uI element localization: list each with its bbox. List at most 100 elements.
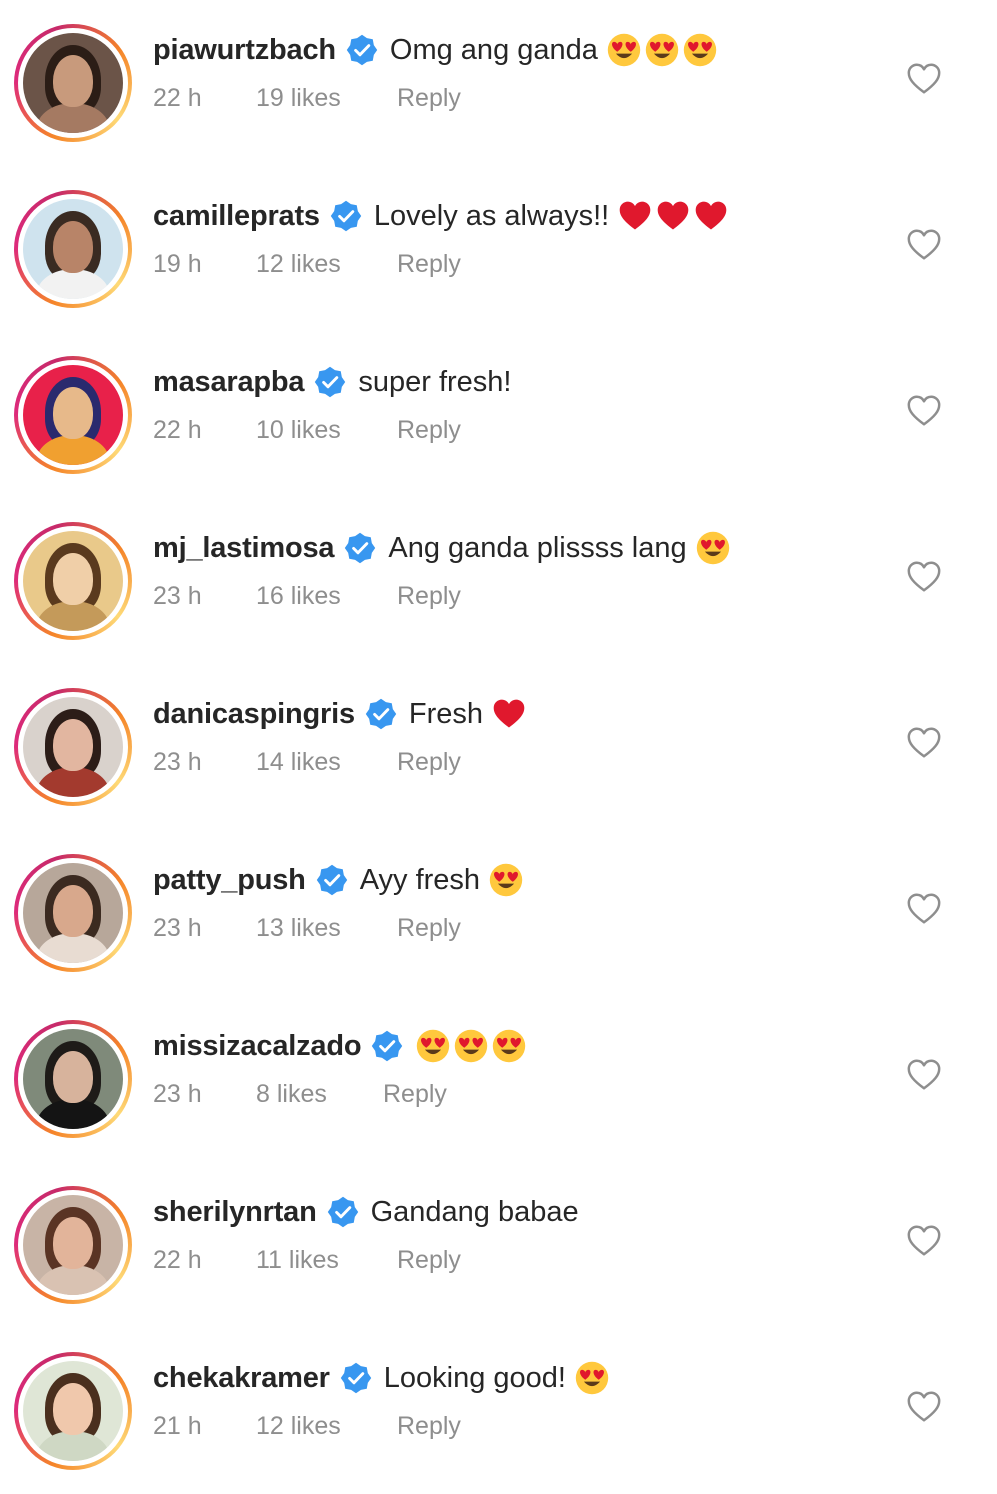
avatar-body — [37, 767, 109, 797]
comment-row: sherilynrtan Gandang babae 22 h 11 likes Rep… — [0, 1162, 997, 1328]
avatar[interactable] — [23, 33, 123, 133]
reply-button[interactable]: Reply — [397, 250, 461, 279]
avatar-story-ring[interactable] — [14, 356, 132, 474]
reply-button[interactable]: Reply — [397, 84, 461, 113]
reply-button[interactable]: Reply — [397, 1412, 461, 1441]
comment-like-count[interactable]: 13 likes — [256, 914, 397, 943]
comment-timestamp[interactable]: 22 h — [153, 1246, 256, 1275]
username-link[interactable]: piawurtzbach — [153, 34, 336, 67]
avatar-ring-gap — [18, 1024, 128, 1134]
heart-outline-icon — [907, 1391, 941, 1422]
heart-eyes-emoji — [493, 1029, 526, 1063]
reply-button[interactable]: Reply — [397, 1246, 461, 1275]
emoji-group — [574, 1360, 612, 1396]
username-link[interactable]: sherilynrtan — [153, 1196, 317, 1229]
comment-body: danicaspingris Fresh — [153, 692, 529, 736]
comment-timestamp[interactable]: 22 h — [153, 416, 256, 445]
avatar-face — [53, 1217, 93, 1269]
like-button[interactable] — [905, 558, 943, 596]
comment-timestamp[interactable]: 22 h — [153, 84, 256, 113]
avatar-story-ring[interactable] — [14, 522, 132, 640]
comment-timestamp[interactable]: 21 h — [153, 1412, 256, 1441]
like-button[interactable] — [905, 392, 943, 430]
comment-row: patty_push Ayy fresh 23 h 13 likes Reply — [0, 830, 997, 996]
avatar-story-ring[interactable] — [14, 1020, 132, 1138]
reply-button[interactable]: Reply — [397, 914, 461, 943]
heart-outline-icon — [907, 727, 941, 758]
comment-body: camilleprats Lovely as always!! — [153, 194, 731, 238]
avatar[interactable] — [23, 199, 123, 299]
like-button[interactable] — [905, 60, 943, 98]
avatar-story-ring[interactable] — [14, 1186, 132, 1304]
heart-eyes-emoji — [645, 33, 679, 67]
like-button[interactable] — [905, 1222, 943, 1260]
avatar-face — [53, 1383, 93, 1435]
username-link[interactable]: danicaspingris — [153, 698, 355, 731]
avatar-body — [37, 103, 109, 133]
comment-body: piawurtzbach Omg ang ganda — [153, 28, 720, 72]
red-heart-emoji — [657, 201, 689, 230]
username-link[interactable]: masarapba — [153, 366, 305, 399]
avatar[interactable] — [23, 863, 123, 963]
comment-like-count[interactable]: 12 likes — [256, 1412, 397, 1441]
heart-eyes-emoji — [696, 531, 729, 565]
comment-timestamp[interactable]: 23 h — [153, 914, 256, 943]
verified-badge-icon — [315, 366, 346, 398]
comment-like-count[interactable]: 12 likes — [256, 250, 397, 279]
username-link[interactable]: missizacalzado — [153, 1030, 362, 1063]
heart-outline-icon — [907, 395, 941, 426]
avatar-ring-gap — [18, 360, 128, 470]
like-button[interactable] — [905, 1056, 943, 1094]
avatar-story-ring[interactable] — [14, 190, 132, 308]
reply-button[interactable]: Reply — [383, 1080, 447, 1109]
comment-like-count[interactable]: 16 likes — [256, 582, 397, 611]
comment-body: sherilynrtan Gandang babae — [153, 1190, 579, 1234]
comment-timestamp[interactable]: 23 h — [153, 582, 256, 611]
username-link[interactable]: mj_lastimosa — [153, 532, 335, 565]
like-button[interactable] — [905, 890, 943, 928]
comment-like-count[interactable]: 10 likes — [256, 416, 397, 445]
reply-button[interactable]: Reply — [397, 748, 461, 777]
avatar-body — [37, 269, 109, 299]
comment-like-count[interactable]: 19 likes — [256, 84, 397, 113]
comment-body: mj_lastimosa Ang ganda plissss lang — [153, 526, 733, 570]
avatar[interactable] — [23, 1195, 123, 1295]
avatar-story-ring[interactable] — [14, 854, 132, 972]
heart-eyes-emoji — [489, 863, 523, 897]
comment-list: piawurtzbach Omg ang ganda 22 h 19 likes Rep… — [0, 0, 997, 1490]
avatar-story-ring[interactable] — [14, 1352, 132, 1470]
avatar[interactable] — [23, 1029, 123, 1129]
heart-outline-icon — [907, 561, 941, 592]
avatar[interactable] — [23, 697, 123, 797]
reply-button[interactable]: Reply — [397, 416, 461, 445]
comment-text: Ayy fresh — [359, 863, 481, 896]
avatar[interactable] — [23, 365, 123, 465]
comment-like-count[interactable]: 11 likes — [256, 1246, 397, 1275]
avatar-story-ring[interactable] — [14, 24, 132, 142]
username-link[interactable]: patty_push — [153, 864, 306, 897]
comment-meta: 23 h 13 likes Reply — [153, 910, 461, 946]
verified-badge-icon — [330, 200, 362, 232]
comment-timestamp[interactable]: 23 h — [153, 1080, 256, 1109]
avatar[interactable] — [23, 1361, 123, 1461]
comment-timestamp[interactable]: 23 h — [153, 748, 256, 777]
reply-button[interactable]: Reply — [397, 582, 461, 611]
avatar-ring-gap — [18, 692, 128, 802]
red-heart-emoji — [695, 201, 727, 230]
comment-text: Lovely as always!! — [373, 199, 610, 232]
avatar[interactable] — [23, 531, 123, 631]
avatar-face — [53, 1051, 93, 1103]
comment-timestamp[interactable]: 19 h — [153, 250, 256, 279]
comment-like-count[interactable]: 8 likes — [256, 1080, 383, 1109]
verified-badge-icon — [327, 1196, 358, 1228]
username-link[interactable]: chekakramer — [153, 1362, 330, 1395]
like-button[interactable] — [905, 1388, 943, 1426]
comment-meta: 23 h8 likes Reply — [153, 1076, 447, 1112]
comment-like-count[interactable]: 14 likes — [256, 748, 397, 777]
avatar-story-ring[interactable] — [14, 688, 132, 806]
comment-text: super fresh! — [358, 365, 512, 398]
like-button[interactable] — [905, 226, 943, 264]
like-button[interactable] — [905, 724, 943, 762]
comment-body: masarapba super fresh! — [153, 360, 511, 404]
username-link[interactable]: camilleprats — [153, 200, 320, 233]
